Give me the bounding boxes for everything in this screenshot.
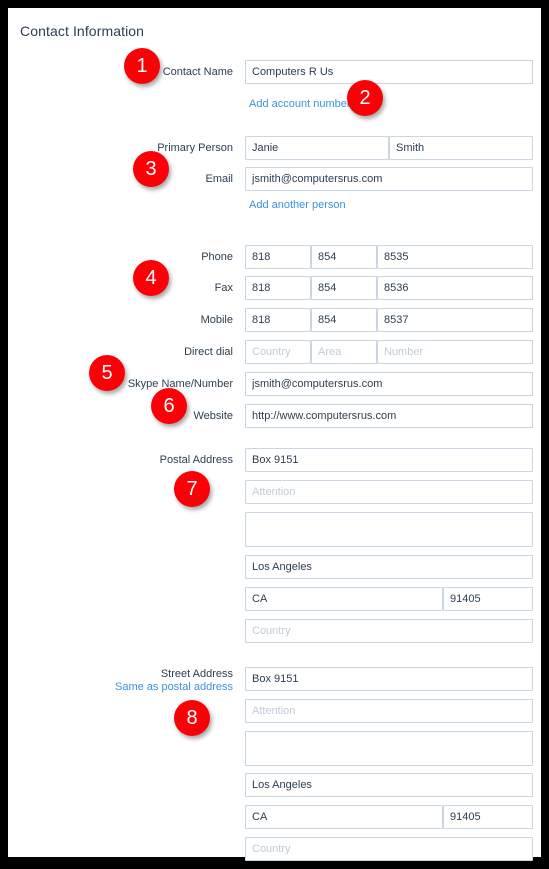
postal-zip-input[interactable] [443, 587, 533, 611]
field-row-mobile: Mobile [8, 308, 541, 332]
fax-area-input[interactable] [311, 276, 377, 300]
label-email: Email [205, 173, 233, 185]
phone-number-input[interactable] [377, 245, 533, 269]
add-account-number-link[interactable]: Add account number [249, 98, 351, 110]
mobile-country-input[interactable] [245, 308, 311, 332]
field-wrap-primary-person [245, 136, 533, 160]
phone-country-input[interactable] [245, 245, 311, 269]
field-wrap-street-city [245, 773, 533, 797]
field-wrap-postal-state-zip [245, 587, 533, 611]
field-wrap-street-attention [245, 699, 533, 723]
street-line1-input[interactable] [245, 667, 533, 691]
field-row-street-state-zip [8, 805, 541, 829]
mobile-area-input[interactable] [311, 308, 377, 332]
field-row-street-country [8, 837, 541, 861]
fax-number-input[interactable] [377, 276, 533, 300]
field-row-street-attention [8, 699, 541, 723]
label-postal-address: Postal Address [159, 454, 233, 466]
field-row-postal-address: Postal Address [8, 448, 541, 472]
callout-badge-6: 6 [151, 388, 187, 424]
page-title: Contact Information [20, 23, 145, 39]
field-wrap-email [245, 167, 533, 191]
field-wrap-website [245, 404, 533, 428]
callout-badge-8: 8 [174, 700, 210, 736]
callout-badge-5: 5 [89, 355, 125, 391]
field-wrap-mobile [245, 308, 533, 332]
field-row-postal-state-zip [8, 587, 541, 611]
field-row-skype: Skype Name/Number [8, 372, 541, 396]
callout-badge-3: 3 [133, 151, 169, 187]
field-row-contact-name: Contact Name [8, 60, 541, 84]
field-row-direct-dial: Direct dial [8, 340, 541, 364]
field-wrap-phone [245, 245, 533, 269]
callout-badge-2: 2 [347, 80, 383, 116]
field-wrap-street-state-zip [245, 805, 533, 829]
last-name-input[interactable] [389, 136, 533, 160]
label-phone: Phone [201, 251, 233, 263]
field-row-street-city [8, 773, 541, 797]
label-street-address: Street Address Same as postal address [8, 668, 233, 694]
field-wrap-contact-name [245, 60, 533, 84]
field-wrap-postal-city [245, 555, 533, 579]
street-country-input[interactable] [245, 837, 533, 861]
mobile-number-input[interactable] [377, 308, 533, 332]
street-extra-textarea[interactable] [245, 731, 533, 766]
direct-dial-number-input[interactable] [377, 340, 533, 364]
field-wrap-skype [245, 372, 533, 396]
field-row-website: Website [8, 404, 541, 428]
direct-dial-area-input[interactable] [311, 340, 377, 364]
label-website: Website [193, 410, 233, 422]
contact-form-panel: Contact Information Contact Name Add acc… [8, 8, 541, 861]
label-contact-name: Contact Name [162, 66, 233, 78]
field-row-street-address: Street Address Same as postal address [8, 667, 541, 694]
field-wrap-postal-attention [245, 480, 533, 504]
postal-country-input[interactable] [245, 619, 533, 643]
field-row-phone: Phone [8, 245, 541, 269]
field-wrap-direct-dial [245, 340, 533, 364]
field-row-postal-attention [8, 480, 541, 504]
field-wrap-street-country [245, 837, 533, 861]
website-input[interactable] [245, 404, 533, 428]
phone-area-input[interactable] [311, 245, 377, 269]
field-wrap-postal-country [245, 619, 533, 643]
field-row-fax: Fax [8, 276, 541, 300]
label-primary-person: Primary Person [157, 142, 233, 154]
field-row-email: Email [8, 167, 541, 191]
callout-badge-1: 1 [124, 48, 160, 84]
street-attention-input[interactable] [245, 699, 533, 723]
postal-line1-input[interactable] [245, 448, 533, 472]
street-city-input[interactable] [245, 773, 533, 797]
direct-dial-country-input[interactable] [245, 340, 311, 364]
postal-state-input[interactable] [245, 587, 443, 611]
postal-attention-input[interactable] [245, 480, 533, 504]
fax-country-input[interactable] [245, 276, 311, 300]
postal-extra-textarea[interactable] [245, 512, 533, 547]
label-mobile: Mobile [200, 314, 233, 326]
email-input[interactable] [245, 167, 533, 191]
first-name-input[interactable] [245, 136, 389, 160]
field-wrap-postal-line1 [245, 448, 533, 472]
field-wrap-fax [245, 276, 533, 300]
callout-badge-4: 4 [133, 260, 169, 296]
same-as-postal-address-link[interactable]: Same as postal address [8, 681, 233, 694]
field-row-primary-person: Primary Person [8, 136, 541, 160]
postal-city-input[interactable] [245, 555, 533, 579]
add-another-person-link[interactable]: Add another person [249, 199, 346, 211]
street-state-input[interactable] [245, 805, 443, 829]
street-zip-input[interactable] [443, 805, 533, 829]
field-row-postal-city [8, 555, 541, 579]
field-wrap-street-line1 [245, 667, 533, 691]
label-street-address-text: Street Address [160, 668, 233, 680]
skype-input[interactable] [245, 372, 533, 396]
field-row-postal-country [8, 619, 541, 643]
contact-name-input[interactable] [245, 60, 533, 84]
callout-badge-7: 7 [174, 471, 210, 507]
screenshot-frame: Contact Information Contact Name Add acc… [0, 0, 549, 869]
label-fax: Fax [214, 282, 233, 294]
